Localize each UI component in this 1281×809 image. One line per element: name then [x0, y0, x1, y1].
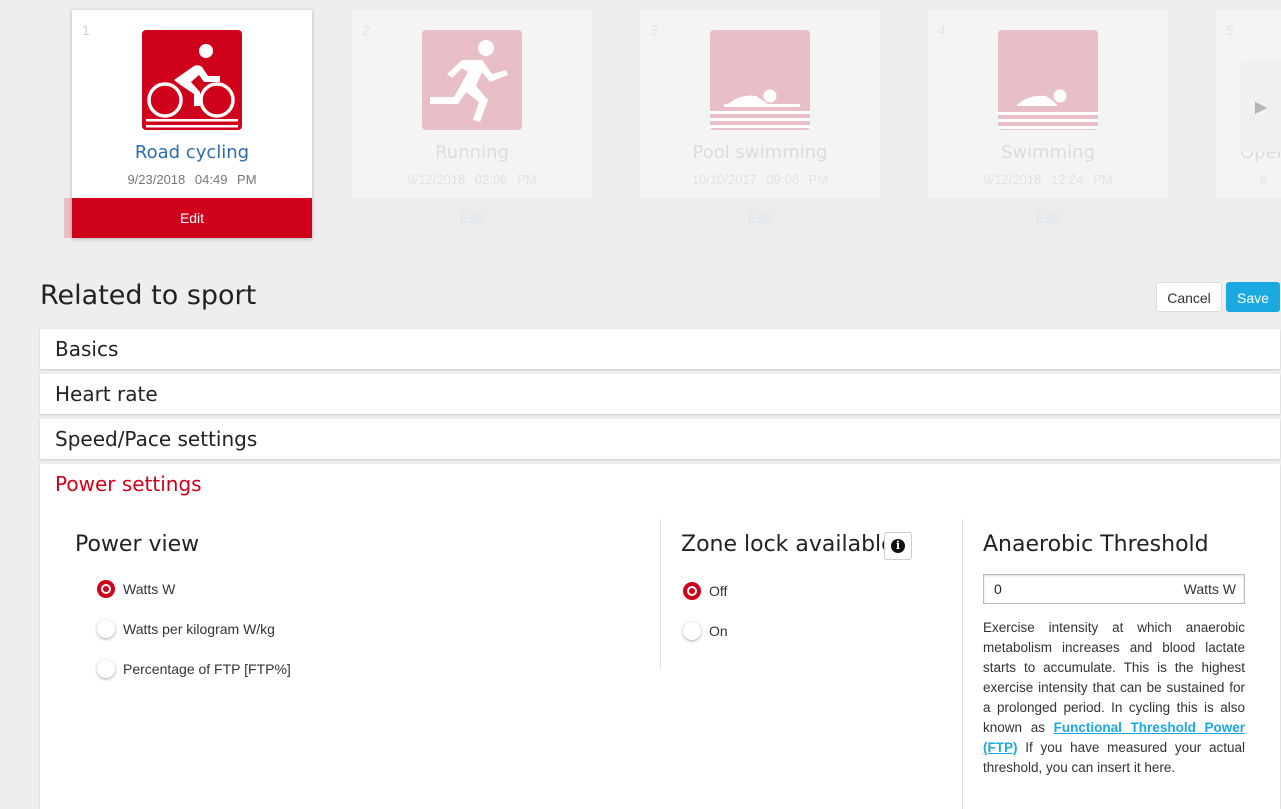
section-title[interactable]: Speed/Pace settings — [55, 427, 257, 451]
radio-button[interactable] — [97, 580, 115, 598]
section-title[interactable]: Heart rate — [55, 382, 158, 406]
running-icon — [422, 30, 522, 130]
edit-button[interactable]: Edit — [72, 198, 312, 238]
radio-button[interactable] — [683, 622, 701, 640]
section-speed-pace[interactable]: Speed/Pace settings — [40, 419, 1280, 459]
section-basics[interactable]: Basics — [40, 329, 1280, 369]
sport-card-swimming[interactable]: 4 Swimming 9/12/2018 12:24 PM Edit — [928, 10, 1168, 238]
sport-card-pool-swimming[interactable]: 3 Pool swimming 10/10/2017 09:06 PM Edit — [640, 10, 880, 238]
edit-button[interactable]: Edit — [928, 198, 1168, 238]
section-title[interactable]: Power settings — [55, 472, 202, 496]
page-title: Related to sport — [40, 280, 257, 311]
zone-lock-title: Zone lock available — [681, 532, 895, 557]
card-index: 5 — [1226, 22, 1234, 38]
sport-name: Road cycling — [134, 142, 250, 163]
sport-timestamp: 9/12/2018 12:24 PM — [928, 172, 1168, 187]
sport-date: 9/12/2018 — [983, 172, 1042, 187]
anaerobic-threshold-input[interactable] — [992, 580, 1146, 598]
swimming-icon — [998, 30, 1098, 130]
radio-percentage-ftp[interactable]: Percentage of FTP [FTP%] — [97, 660, 291, 678]
radio-label: Watts W — [123, 581, 176, 597]
threshold-unit: Watts W — [1183, 581, 1236, 597]
radio-label: Percentage of FTP [FTP%] — [123, 661, 291, 677]
edit-button[interactable] — [1216, 198, 1281, 238]
radio-button[interactable] — [97, 620, 115, 638]
sport-date: 9/23/2018 — [127, 172, 186, 187]
card-index: 3 — [650, 22, 658, 38]
chevron-right-icon: ▶ — [1254, 97, 1268, 116]
sport-timestamp: 10/10/2017 09:06 PM — [640, 172, 880, 187]
sport-name: Running — [435, 142, 509, 163]
column-divider — [660, 519, 661, 669]
sport-time: 04:49 PM — [194, 172, 257, 187]
radio-watts[interactable]: Watts W — [97, 580, 175, 598]
radio-zone-lock-off[interactable]: Off — [683, 582, 727, 600]
cancel-button[interactable]: Cancel — [1156, 282, 1222, 312]
section-power-settings: Power settings Power view Watts W Watts … — [40, 464, 1280, 809]
card-index: 2 — [362, 22, 370, 38]
sport-card-running[interactable]: 2 Running 9/12/2018 02:06 PM Edit — [352, 10, 592, 238]
sport-timestamp: 9/12/2018 02:06 PM — [352, 172, 592, 187]
road-cycling-icon — [142, 30, 242, 130]
info-icon: i — [891, 539, 905, 553]
anaerobic-threshold-description: Exercise intensity at which anaerobic me… — [983, 618, 1245, 778]
radio-label: Watts per kilogram W/kg — [123, 621, 275, 637]
power-view-title: Power view — [75, 532, 200, 557]
sport-date: 10/10/2017 — [691, 172, 757, 187]
carousel-next-button[interactable]: ▶ — [1241, 62, 1281, 152]
section-title[interactable]: Basics — [55, 337, 118, 361]
column-divider — [962, 519, 963, 809]
anaerobic-threshold-title: Anaerobic Threshold — [983, 532, 1209, 557]
info-button[interactable]: i — [884, 532, 912, 560]
sport-time: 09:06 PM — [766, 172, 829, 187]
sport-name: Pool swimming — [692, 142, 828, 163]
radio-button[interactable] — [97, 660, 115, 678]
sport-time: 12:24 PM — [1050, 172, 1113, 187]
radio-button[interactable] — [683, 582, 701, 600]
edit-button[interactable]: Edit — [352, 198, 592, 238]
sport-card-road-cycling[interactable]: 1 Road cycling 9/23/2018 04:49 PM Edit — [72, 10, 312, 238]
edit-button[interactable]: Edit — [640, 198, 880, 238]
radio-label: On — [709, 623, 728, 639]
section-heart-rate[interactable]: Heart rate — [40, 374, 1280, 414]
card-index: 4 — [938, 22, 946, 38]
sport-time: 02:06 PM — [474, 172, 537, 187]
sport-carousel: 1 Road cycling 9/23/2018 04:49 PM Edit 2 — [0, 0, 1281, 260]
radio-watts-per-kg[interactable]: Watts per kilogram W/kg — [97, 620, 275, 638]
radio-zone-lock-on[interactable]: On — [683, 622, 728, 640]
pool-swimming-icon — [710, 30, 810, 130]
anaerobic-threshold-field[interactable]: Watts W — [983, 574, 1245, 604]
card-index: 1 — [82, 22, 90, 38]
radio-label: Off — [709, 583, 728, 599]
sport-date: 6 — [1260, 172, 1268, 187]
sport-name: Swimming — [1000, 142, 1096, 163]
sport-date: 9/12/2018 — [407, 172, 466, 187]
save-button[interactable]: Save — [1226, 282, 1280, 312]
description-text: Exercise intensity at which anaerobic me… — [983, 620, 1245, 735]
carousel-edge-highlight — [64, 198, 72, 238]
description-text-end: If you have measured your actual thresho… — [983, 740, 1245, 775]
sport-timestamp: 9/23/2018 04:49 PM — [72, 172, 312, 187]
